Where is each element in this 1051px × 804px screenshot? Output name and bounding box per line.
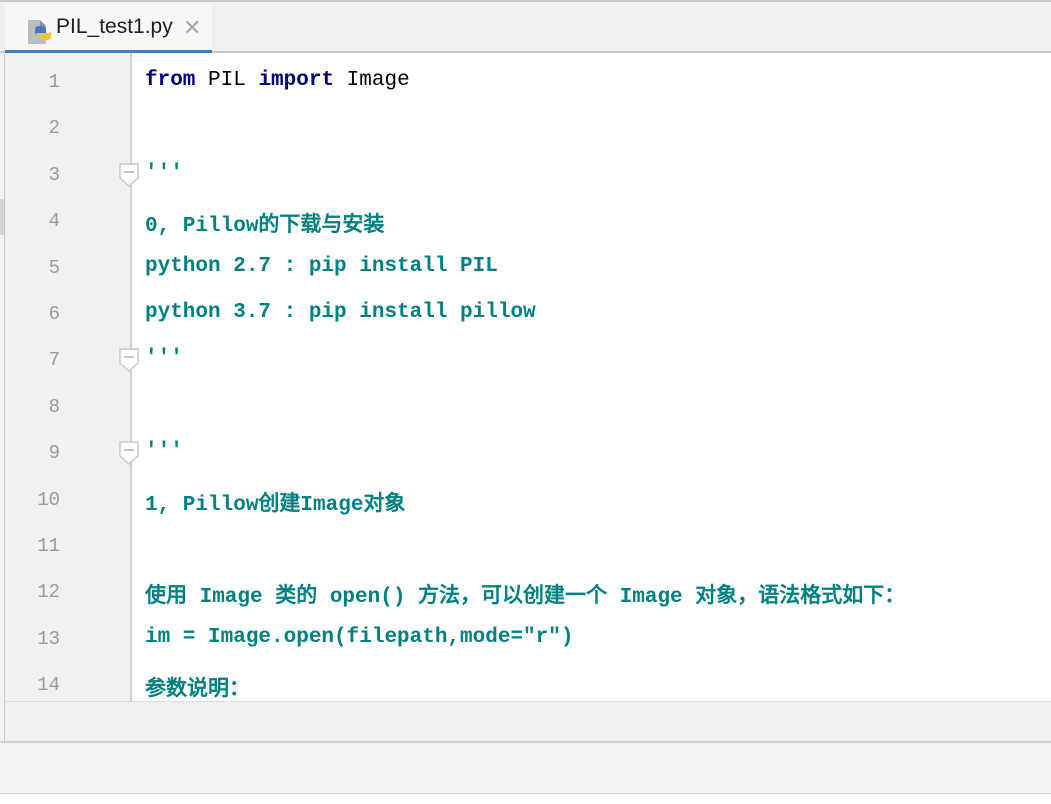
scroll-marker (0, 199, 4, 235)
docstring-token: 1, Pillow创建Image对象 (145, 493, 406, 517)
docstring-token: ''' (145, 161, 183, 185)
identifier-token: PIL (195, 69, 259, 92)
tab-title: PIL_test1.py (56, 15, 173, 38)
code-line[interactable]: python 3.7 : pip install pillow (145, 301, 536, 324)
line-number-gutter: 1 2 3 4 5 6 7 8 9 10 11 12 13 14 (5, 53, 132, 701)
line-number: 13 (37, 627, 60, 650)
editor-tab-bar: PIL_test1.py ✕ (0, 0, 1051, 55)
docstring-token: python 2.7 : pip install PIL (145, 254, 498, 278)
code-line[interactable]: im = Image.open(filepath,mode="r") (145, 626, 573, 649)
docstring-token: ''' (145, 440, 183, 464)
code-line[interactable]: from PIL import Image (145, 69, 410, 92)
line-number: 8 (48, 395, 60, 418)
python-file-icon (28, 20, 51, 44)
code-line[interactable]: 1, Pillow创建Image对象 (145, 487, 405, 517)
keyword-token: from (145, 69, 196, 92)
line-number: 14 (37, 674, 60, 697)
line-number: 6 (48, 303, 60, 325)
code-line[interactable]: 使用 Image 类的 open() 方法，可以创建一个 Image 对象，语法… (145, 579, 905, 609)
docstring-token: 参数说明： (145, 679, 250, 701)
status-bar (0, 741, 1051, 794)
line-number: 11 (37, 535, 60, 557)
code-line[interactable]: python 2.7 : pip install PIL (145, 255, 498, 278)
line-number: 10 (37, 488, 60, 511)
keyword-token: import (258, 69, 335, 92)
line-number: 7 (48, 349, 60, 372)
line-number: 1 (48, 71, 60, 93)
code-line[interactable]: ''' (145, 440, 183, 463)
code-line[interactable]: ''' (145, 347, 183, 370)
line-number: 3 (48, 163, 60, 186)
docstring-token: 0, Pillow的下载与安装 (145, 215, 385, 239)
docstring-token: ''' (145, 347, 183, 371)
code-line[interactable]: 0, Pillow的下载与安装 (145, 208, 384, 238)
docstring-token: python 3.7 : pip install pillow (145, 301, 536, 324)
fold-toggle-icon[interactable] (118, 440, 140, 466)
horizontal-scrollbar[interactable] (5, 701, 1051, 742)
docstring-token: im = Image.open(filepath,mode="r") (145, 625, 574, 649)
code-editor[interactable]: from PIL import Image ''' 0, Pillow的下载与安装 p… (132, 53, 1051, 701)
tab-pil-test1[interactable]: PIL_test1.py ✕ (5, 4, 212, 55)
line-number: 2 (48, 117, 60, 140)
identifier-token: Image (334, 69, 410, 92)
line-number: 4 (48, 210, 60, 233)
code-line[interactable]: 参数说明： (145, 672, 250, 701)
code-line[interactable]: ''' (145, 162, 183, 185)
close-tab-icon[interactable]: ✕ (183, 17, 201, 39)
docstring-token: 使用 Image 类的 open() 方法，可以创建一个 Image 对象，语法… (145, 586, 906, 610)
line-number: 5 (48, 256, 60, 279)
line-number: 9 (48, 442, 60, 465)
line-number: 12 (37, 581, 60, 604)
fold-toggle-icon[interactable] (118, 162, 140, 188)
fold-toggle-icon[interactable] (118, 347, 140, 373)
